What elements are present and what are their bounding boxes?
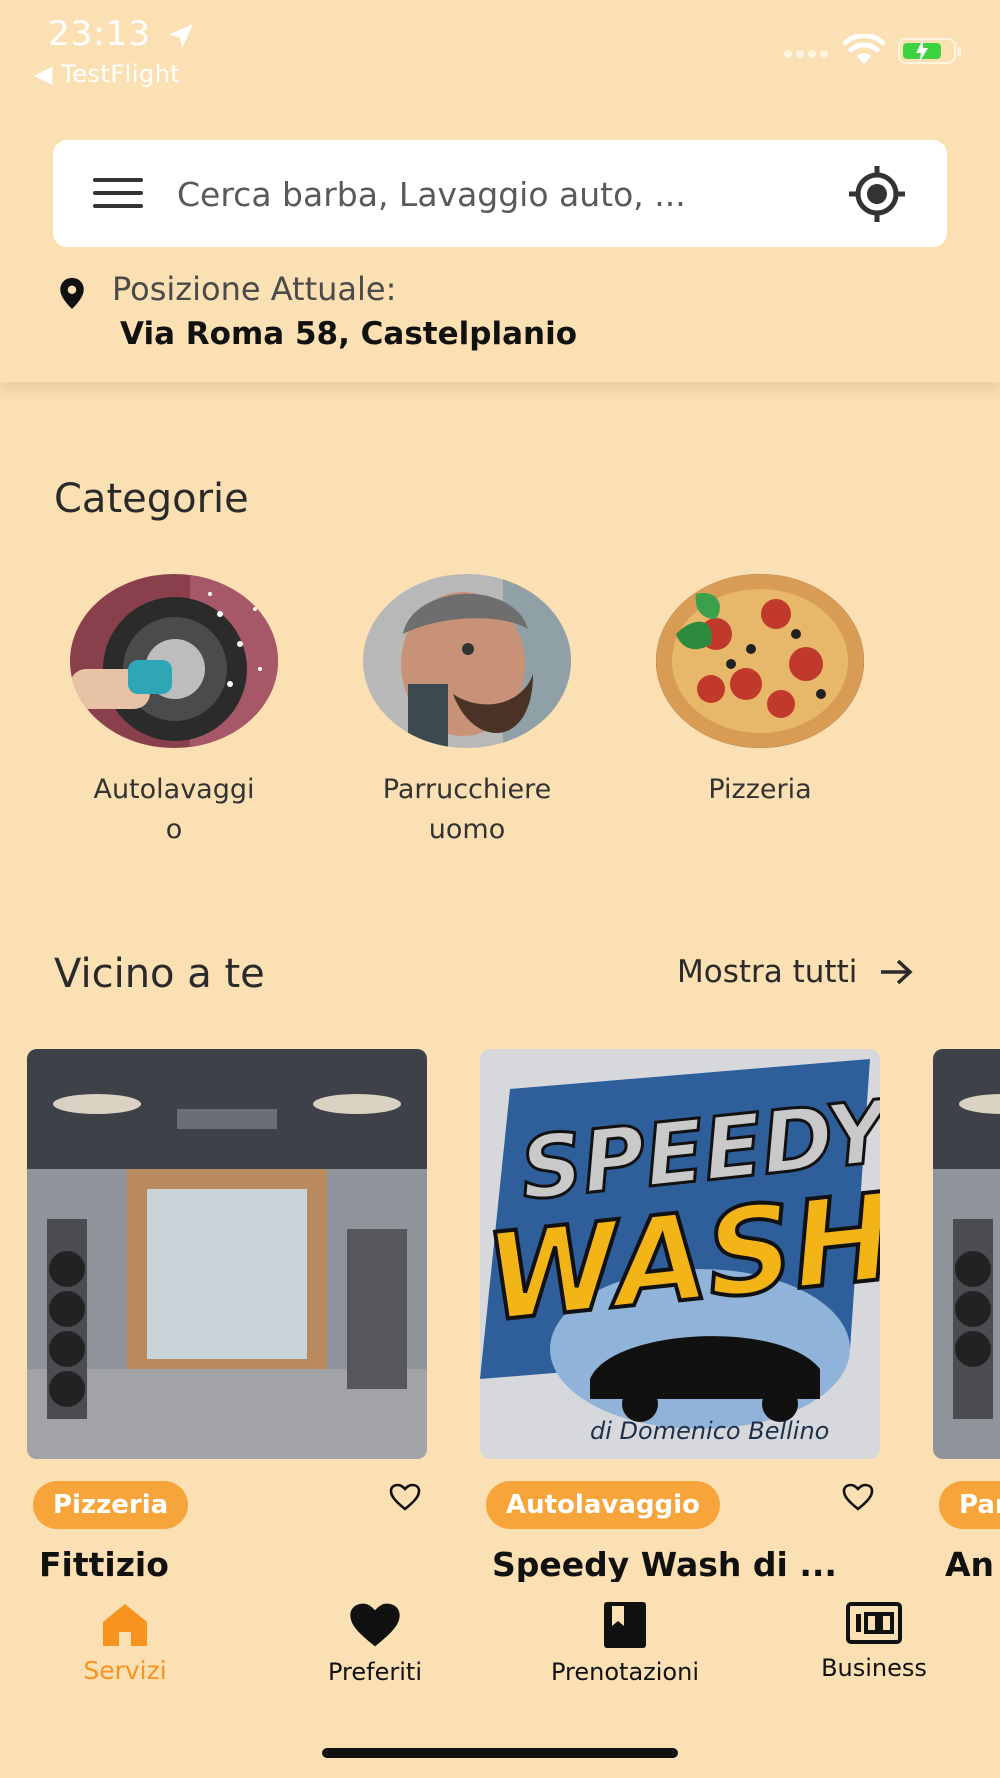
favorite-heart-icon[interactable] <box>842 1483 874 1511</box>
tab-preferiti[interactable]: Preferiti <box>265 1602 485 1686</box>
bookmark-book-icon <box>604 1602 646 1648</box>
categories-title: Categorie <box>54 476 249 522</box>
speedy-wash-logo: SPEEDY WASH di Domenico Bellino <box>480 1049 880 1459</box>
location-label: Posizione Attuale: <box>112 270 397 308</box>
category-label: Pizzeria <box>708 774 812 805</box>
search-bar <box>53 140 947 247</box>
heart-icon <box>350 1603 400 1647</box>
tab-servizi[interactable]: Servizi <box>15 1602 235 1685</box>
category-pizzeria[interactable]: Pizzeria <box>650 574 870 810</box>
show-all-link[interactable]: Mostra tutti <box>677 954 913 990</box>
gym-photo <box>27 1049 427 1459</box>
wifi-icon <box>842 34 886 64</box>
service-name: Fittizio <box>39 1545 169 1584</box>
tab-business[interactable]: Business <box>764 1602 984 1682</box>
favorite-heart-icon[interactable] <box>389 1483 421 1511</box>
locate-me-icon[interactable] <box>847 164 907 224</box>
service-name: Speedy Wash di ... <box>492 1545 837 1584</box>
home-indicator[interactable] <box>322 1748 678 1758</box>
business-badge-icon <box>846 1602 902 1644</box>
hamburger-menu-icon[interactable] <box>93 178 143 208</box>
pizza-photo <box>656 574 864 748</box>
service-name: An <box>945 1545 995 1584</box>
service-card[interactable]: Pizzeria Fittizio <box>27 1049 427 1584</box>
map-pin-icon <box>60 278 84 309</box>
gym-photo <box>933 1049 1000 1459</box>
location-arrow-icon <box>169 24 193 48</box>
tab-label: Business <box>821 1654 927 1682</box>
location-value[interactable]: Via Roma 58, Castelplanio <box>120 316 577 352</box>
car-wash-photo <box>70 574 278 748</box>
category-badge: Pizzeria <box>33 1481 189 1529</box>
battery-icon <box>898 38 961 64</box>
tab-label: Prenotazioni <box>551 1658 699 1686</box>
tab-label: Preferiti <box>328 1658 422 1686</box>
header: 23:13 ◀ TestFlight Cerca barba, Lavaggio… <box>0 0 1000 382</box>
category-barber[interactable]: Parrucchiere uomo <box>357 574 577 850</box>
cellular-signal-icon <box>784 50 828 58</box>
category-badge: Par <box>939 1481 1000 1529</box>
category-label: Parrucchiere uomo <box>382 774 552 845</box>
show-all-label: Mostra tutti <box>677 954 858 990</box>
home-icon <box>103 1604 147 1646</box>
category-car-wash[interactable]: Autolavaggi o <box>64 574 284 850</box>
service-card[interactable]: Par An <box>933 1049 1000 1589</box>
tab-label: Servizi <box>83 1656 167 1685</box>
category-badge: Autolavaggio <box>486 1481 720 1529</box>
nearby-title: Vicino a te <box>54 951 265 997</box>
search-input[interactable] <box>177 166 757 222</box>
back-to-testflight[interactable]: ◀ TestFlight <box>34 60 180 88</box>
status-bar: 23:13 ◀ TestFlight <box>0 0 1000 100</box>
service-card[interactable]: SPEEDY WASH di Domenico Bellino Autolava… <box>480 1049 880 1584</box>
arrow-right-icon <box>881 959 913 985</box>
tab-prenotazioni[interactable]: Prenotazioni <box>515 1602 735 1686</box>
status-time: 23:13 <box>48 14 151 54</box>
logo-caption-text: di Domenico Bellino <box>590 1417 830 1445</box>
category-label: Autolavaggi o <box>93 774 255 845</box>
barber-photo <box>363 574 571 748</box>
